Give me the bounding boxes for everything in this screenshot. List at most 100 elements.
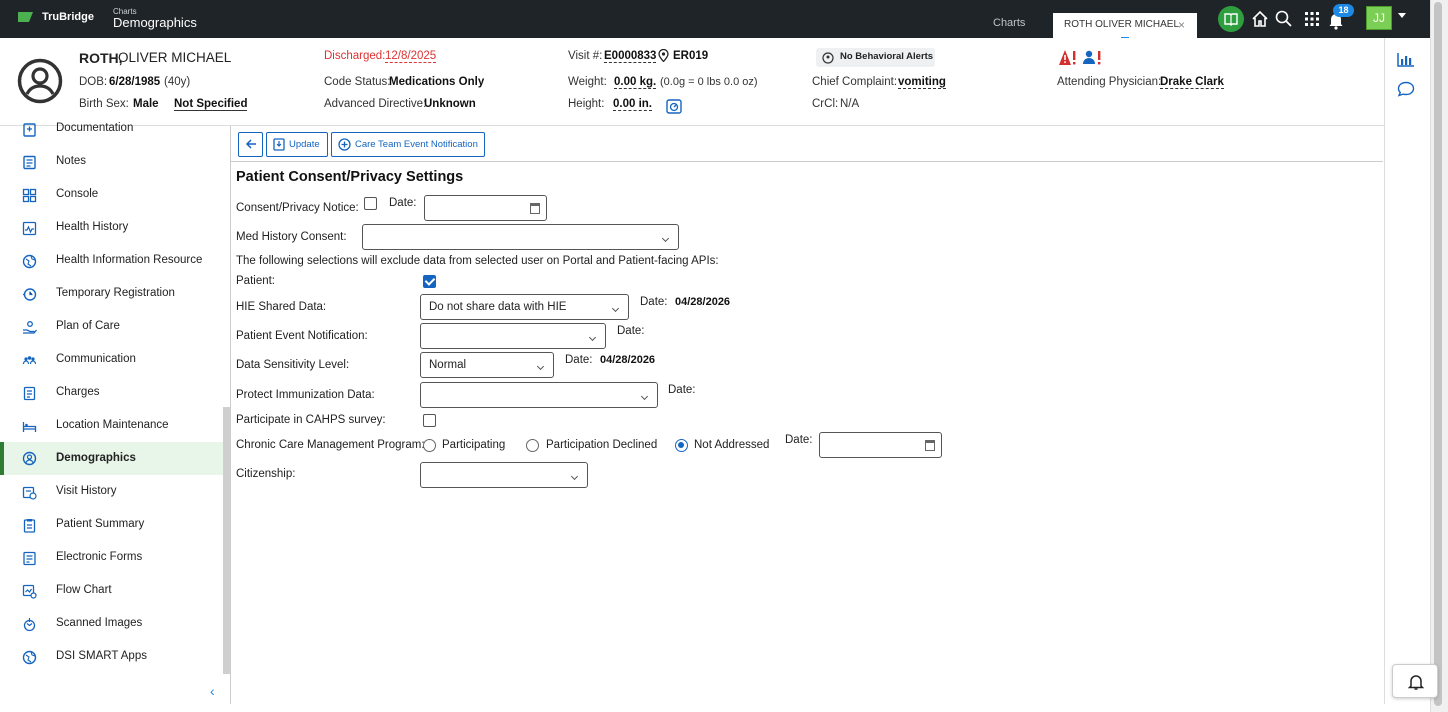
close-icon[interactable]: × xyxy=(1178,18,1185,32)
sidebar-item-communication[interactable]: Communication xyxy=(0,345,223,375)
sex-extra-value[interactable]: Not Specified xyxy=(174,98,248,111)
sidebar-item-dsi-smart-apps[interactable]: DSI SMART Apps xyxy=(0,642,223,672)
hie-date-value: 04/28/2026 xyxy=(675,296,731,308)
patient-checkbox[interactable] xyxy=(423,275,436,288)
visit-label: Visit #: xyxy=(568,50,603,62)
sidebar-item-label: Charges xyxy=(56,386,100,398)
immunization-select[interactable] xyxy=(420,382,658,408)
sidebar-item-plan-of-care[interactable]: Plan of Care xyxy=(0,312,223,342)
calendar-icon[interactable] xyxy=(530,203,540,214)
sensitivity-select[interactable]: Normal xyxy=(420,352,554,378)
cahps-label: Participate in CAHPS survey: xyxy=(236,414,386,426)
chevron-down-icon[interactable] xyxy=(1398,13,1406,18)
ccm-label: Chronic Care Management Program: xyxy=(236,439,425,451)
sidebar-item-label: Patient Summary xyxy=(56,518,145,530)
sidebar-item-label: Demographics xyxy=(56,452,136,464)
height-value[interactable]: 0.00 in. xyxy=(613,98,652,111)
sidebar-item-label: Health Information Resource xyxy=(56,254,203,266)
citizenship-select[interactable] xyxy=(420,462,588,488)
hand-care-icon xyxy=(23,321,37,334)
weight-value[interactable]: 0.00 kg. xyxy=(614,76,657,89)
chat-bubble-icon[interactable] xyxy=(1397,81,1415,97)
med-history-select[interactable] xyxy=(362,224,679,250)
sidebar-item-scanned-images[interactable]: Scanned Images xyxy=(0,609,223,639)
cahps-checkbox[interactable] xyxy=(423,414,436,427)
measurement-icon[interactable] xyxy=(666,98,682,114)
event-notification-select[interactable] xyxy=(420,323,606,349)
chevron-down-icon xyxy=(588,333,597,342)
sidebar-item-notes[interactable]: Notes xyxy=(0,147,223,177)
sidebar-item-console[interactable]: Console xyxy=(0,180,223,210)
sidebar-item-documentation[interactable]: Documentation xyxy=(0,114,223,144)
consent-checkbox[interactable] xyxy=(364,197,377,210)
ccm-option-label: Participating xyxy=(442,439,506,451)
ccm-option-label: Participation Declined xyxy=(546,439,658,451)
tab-charts[interactable]: Charts xyxy=(993,17,1025,29)
sidebar-scrollbar[interactable] xyxy=(223,407,230,674)
sidebar-item-health-information-resource[interactable]: Health Information Resource xyxy=(0,246,223,276)
sidebar-item-patient-summary[interactable]: Patient Summary xyxy=(0,510,223,540)
physician-value[interactable]: Drake Clark xyxy=(1160,76,1224,89)
sidebar-item-temporary-registration[interactable]: Temporary Registration xyxy=(0,279,223,309)
dob-value: 6/28/1985 xyxy=(109,76,161,88)
demographics-globe-icon xyxy=(22,451,37,466)
behavioral-alerts-badge[interactable]: No Behavioral Alerts xyxy=(816,48,935,67)
sidebar-item-demographics[interactable]: Demographics xyxy=(0,442,223,475)
ccm-radio-participating[interactable] xyxy=(423,439,436,452)
care-team-notification-label: Care Team Event Notification xyxy=(355,139,478,150)
patient-alert-icon[interactable] xyxy=(1083,49,1103,67)
sex-label: Birth Sex: xyxy=(79,98,129,110)
sidebar-item-visit-history[interactable]: Visit History xyxy=(0,477,223,507)
add-circle-icon xyxy=(338,138,351,151)
weight-conversion: (0.0g = 0 lbs 0.0 oz) xyxy=(660,76,758,88)
hie-select[interactable]: Do not share data with HIE xyxy=(420,294,629,320)
ccm-radio-declined[interactable] xyxy=(526,439,539,452)
notifications-button[interactable] xyxy=(1392,664,1438,698)
allergy-alert-icon[interactable] xyxy=(1058,49,1078,67)
visit-value[interactable]: E0000833 xyxy=(604,50,657,63)
sidebar-item-location-maintenance[interactable]: Location Maintenance xyxy=(0,411,223,441)
charges-icon xyxy=(23,386,36,401)
dob-label: DOB: xyxy=(79,76,108,88)
exclusion-note: The following selections will exclude da… xyxy=(236,255,719,267)
sidebar-item-health-history[interactable]: Health History xyxy=(0,213,223,243)
sidebar-item-label: Temporary Registration xyxy=(56,287,175,299)
home-icon[interactable] xyxy=(1249,8,1271,30)
sidebar-item-flow-chart[interactable]: Flow Chart xyxy=(0,576,223,606)
calendar-icon[interactable] xyxy=(925,440,935,451)
apps-grid-icon[interactable] xyxy=(1301,8,1323,30)
crcl-value: N/A xyxy=(840,98,860,110)
height-label: Height: xyxy=(568,98,605,110)
ccm-radio-not-addressed[interactable] xyxy=(675,439,688,452)
bar-chart-icon[interactable] xyxy=(1397,52,1415,67)
discharged-label: Discharged: xyxy=(324,50,386,62)
chevron-down-icon xyxy=(536,362,545,371)
update-button[interactable]: Update xyxy=(266,132,328,157)
sidebar-item-label: Visit History xyxy=(56,485,117,497)
collapse-sidebar-icon[interactable]: ‹ xyxy=(210,683,215,699)
notification-count-badge: 18 xyxy=(1333,4,1354,17)
sidebar-item-charges[interactable]: Charges xyxy=(0,378,223,408)
ccm-date-label: Date: xyxy=(785,434,813,446)
chief-complaint-value[interactable]: vomiting xyxy=(898,76,946,89)
sensitivity-date-label: Date: xyxy=(565,354,593,366)
consent-date-input[interactable] xyxy=(424,195,547,221)
ccm-date-input[interactable] xyxy=(819,432,942,458)
age-value: (40y) xyxy=(164,76,191,88)
chevron-down-icon xyxy=(640,392,649,401)
care-team-notification-button[interactable]: Care Team Event Notification xyxy=(331,132,485,157)
back-button[interactable] xyxy=(238,132,263,157)
visit-history-icon xyxy=(22,486,37,500)
discharged-value[interactable]: 12/8/2025 xyxy=(385,50,437,63)
sidebar-item-label: DSI SMART Apps xyxy=(56,650,147,662)
trubridge-logo-icon xyxy=(18,12,33,22)
save-icon xyxy=(273,138,285,151)
sidebar-item-electronic-forms[interactable]: Electronic Forms xyxy=(0,543,223,573)
window-scrollbar-thumb[interactable] xyxy=(1434,2,1442,706)
tab-patient[interactable]: ROTH OLIVER MICHAEL × xyxy=(1053,13,1197,38)
user-avatar[interactable]: JJ xyxy=(1366,6,1392,30)
book-icon[interactable] xyxy=(1218,6,1244,32)
search-icon[interactable] xyxy=(1273,8,1295,30)
app-logo-text: TruBridge xyxy=(42,11,94,23)
location-value: ER019 xyxy=(673,50,709,62)
